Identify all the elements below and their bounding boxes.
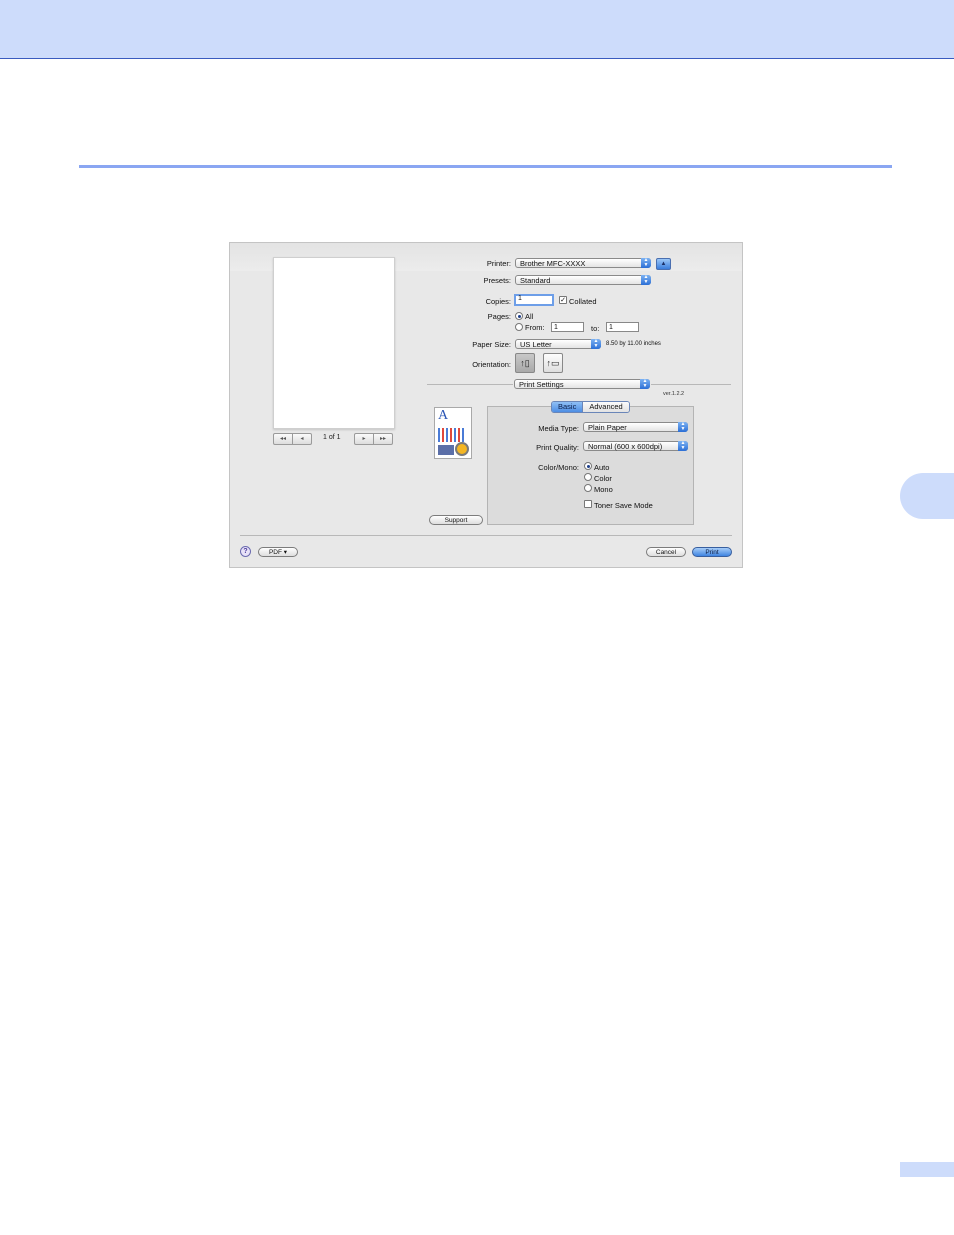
copies-label: Copies: [485, 297, 511, 306]
popup-arrows-icon: ▲ ▼ [591, 339, 601, 349]
next-page-button[interactable]: ▸ [355, 434, 373, 444]
tab-advanced[interactable]: Advanced [582, 402, 629, 412]
page-header-band [0, 0, 954, 59]
popup-arrows-icon: ▲ ▼ [641, 258, 651, 268]
color-mono-color-radio[interactable] [584, 473, 592, 481]
support-button[interactable]: Support [429, 515, 483, 525]
orientation-portrait-button[interactable]: ↑▯ [515, 353, 535, 373]
pages-label: Pages: [487, 312, 511, 321]
pages-to-label: to: [591, 324, 600, 333]
color-mono-mono-label: Mono [594, 485, 613, 494]
tab-basic[interactable]: Basic [552, 402, 583, 412]
settings-tabs: Basic Advanced [551, 401, 630, 413]
preview-back-buttons: ◂◂ ◂ [273, 433, 312, 445]
print-preview-page [273, 257, 395, 429]
print-button[interactable]: Print [692, 547, 732, 557]
pages-to-input[interactable]: 1 [606, 322, 639, 332]
printer-label: Printer: [486, 259, 511, 268]
panel-select-value: Print Settings [519, 380, 564, 389]
letter-a-glyph: A [438, 408, 449, 423]
print-quality-select[interactable]: Normal (600 x 600dpi) ▲ ▼ [583, 441, 688, 451]
separator-right [651, 384, 731, 385]
paper-size-label: Paper Size: [472, 340, 511, 349]
paper-size-value: US Letter [520, 340, 552, 349]
color-mono-mono-radio[interactable] [584, 484, 592, 492]
last-page-button[interactable]: ▸▸ [373, 434, 392, 444]
presets-label: Presets: [483, 276, 511, 285]
copies-input[interactable]: 1 [514, 294, 554, 306]
collated-label: Collated [569, 297, 597, 306]
popup-arrows-icon: ▲ ▼ [641, 275, 651, 285]
color-mono-label: Color/Mono: [538, 463, 579, 472]
presets-select[interactable]: Standard ▲ ▼ [515, 275, 651, 285]
popup-arrows-icon: ▲ ▼ [678, 441, 688, 451]
preview-page-count: 1 of 1 [323, 434, 341, 441]
color-mono-auto-label: Auto [594, 463, 610, 472]
chapter-side-tab [900, 473, 954, 519]
first-page-button[interactable]: ◂◂ [274, 434, 292, 444]
pdf-menu-button[interactable]: PDF ▾ [258, 547, 298, 557]
media-type-label: Media Type: [538, 424, 579, 433]
toner-save-label: Toner Save Mode [594, 501, 653, 510]
portrait-icon: ↑▯ [520, 358, 530, 368]
popup-arrows-icon: ▲ ▼ [640, 379, 650, 389]
chart-bars-graphic [438, 428, 464, 442]
paper-dimensions: 8.50 by 11.00 inches [606, 341, 661, 347]
landscape-icon: ↑▭ [546, 358, 560, 368]
pages-from-label: From: [525, 323, 545, 332]
pages-all-label: All [525, 312, 534, 321]
toner-save-checkbox[interactable] [584, 500, 592, 508]
pages-all-radio[interactable] [515, 312, 523, 320]
orientation-landscape-button[interactable]: ↑▭ [543, 353, 563, 373]
separator-left [427, 384, 513, 385]
section-rule [79, 165, 892, 168]
media-type-select[interactable]: Plain Paper ▲ ▼ [583, 422, 688, 432]
preview-forward-buttons: ▸ ▸▸ [354, 433, 393, 445]
media-type-value: Plain Paper [588, 423, 627, 432]
expand-dialog-button[interactable]: ▲ [656, 258, 671, 270]
image-strip-graphic [438, 445, 454, 455]
cancel-button[interactable]: Cancel [646, 547, 686, 557]
pages-from-radio[interactable] [515, 323, 523, 331]
gear-icon [455, 442, 469, 456]
popup-arrows-icon: ▲ ▼ [678, 422, 688, 432]
panel-select[interactable]: Print Settings ▲ ▼ [514, 379, 650, 389]
printer-value: Brother MFC-XXXX [520, 259, 586, 268]
print-quality-label: Print Quality: [536, 443, 579, 452]
page-number-tab [900, 1162, 954, 1177]
collated-checkbox[interactable]: ✓ [559, 296, 567, 304]
color-mono-auto-radio[interactable] [584, 462, 592, 470]
print-dialog: ◂◂ ◂ 1 of 1 ▸ ▸▸ Printer: Brother MFC-XX… [229, 242, 743, 568]
previous-page-button[interactable]: ◂ [292, 434, 311, 444]
presets-value: Standard [520, 276, 551, 285]
pages-from-input[interactable]: 1 [551, 322, 584, 332]
orientation-label: Orientation: [472, 360, 511, 369]
driver-version: ver.1.2.2 [663, 391, 685, 397]
paper-size-select[interactable]: US Letter ▲ ▼ [515, 339, 601, 349]
printer-select[interactable]: Brother MFC-XXXX ▲ ▼ [515, 258, 651, 268]
print-quality-value: Normal (600 x 600dpi) [588, 442, 663, 451]
help-icon[interactable]: ? [240, 546, 251, 557]
bottom-separator [240, 535, 732, 536]
color-mono-color-label: Color [594, 474, 612, 483]
document-settings-icon: A [434, 407, 472, 459]
